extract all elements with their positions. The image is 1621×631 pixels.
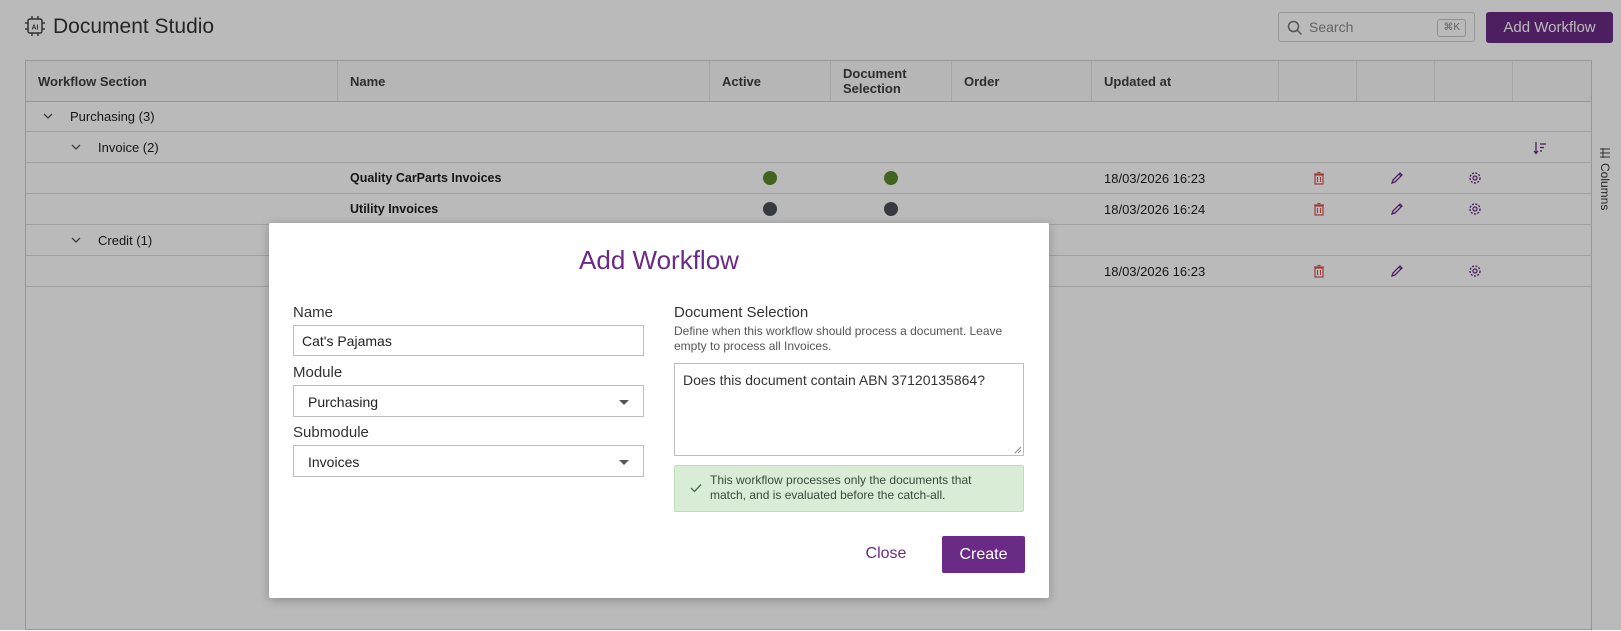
dropdown-caret-icon <box>619 400 629 405</box>
check-icon <box>690 484 702 493</box>
alert-text: This workflow processes only the documen… <box>710 473 972 502</box>
module-label: Module <box>293 364 343 381</box>
document-selection-textarea[interactable]: Does this document contain ABN 371201358… <box>674 363 1024 456</box>
resize-handle-icon[interactable] <box>1014 446 1022 454</box>
submodule-label: Submodule <box>293 424 369 441</box>
module-select-value: Purchasing <box>308 394 379 410</box>
app-root: AI Document Studio ⌘K Add Workflow Workf… <box>0 0 1621 631</box>
submodule-select[interactable]: Invoices <box>293 445 644 477</box>
dialog-title: Add Workflow <box>579 245 739 275</box>
match-info-alert: This workflow processes only the documen… <box>674 465 1024 512</box>
name-input[interactable] <box>293 325 644 356</box>
add-workflow-dialog: Add Workflow Name Module Purchasing Subm… <box>269 223 1049 598</box>
create-button[interactable]: Create <box>942 536 1025 573</box>
submodule-select-value: Invoices <box>308 454 360 470</box>
name-label: Name <box>293 304 334 321</box>
document-selection-label: Document Selection <box>674 304 809 321</box>
document-selection-helper: Define when this workflow should process… <box>674 324 1003 353</box>
close-button[interactable]: Close <box>856 536 916 572</box>
module-select[interactable]: Purchasing <box>293 385 644 417</box>
dropdown-caret-icon <box>619 460 629 465</box>
